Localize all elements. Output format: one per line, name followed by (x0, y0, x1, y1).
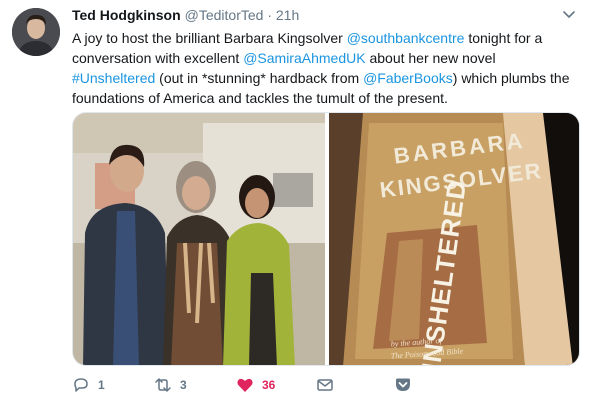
reply-button[interactable]: 1 (72, 372, 105, 398)
tweet-text-segment: (out in *stunning* hardback from (155, 70, 364, 86)
chevron-down-icon[interactable] (561, 6, 577, 22)
bookmark-button[interactable] (394, 372, 412, 398)
mention-link[interactable]: @FaberBooks (363, 70, 453, 86)
tweet-card[interactable]: Ted Hodgkinson @TeditorTed · 21h A joy to… (0, 0, 590, 406)
tweet-header: Ted Hodgkinson @TeditorTed · 21h (72, 6, 299, 24)
reply-icon (74, 378, 88, 392)
reply-count: 1 (98, 378, 105, 392)
tweet-text-segment: about her new novel (365, 50, 496, 66)
tweet-media[interactable]: BARBARA KINGSOLVER UNSHELTERED by the au… (72, 112, 580, 366)
author-handle[interactable]: @TeditorTed (185, 7, 264, 23)
author-name[interactable]: Ted Hodgkinson (72, 7, 181, 23)
tweet-text-segment: A joy to host the brilliant Barbara King… (72, 30, 347, 46)
tweet-text: A joy to host the brilliant Barbara King… (72, 28, 582, 108)
author-avatar[interactable] (12, 8, 60, 56)
mention-link[interactable]: @southbankcentre (347, 30, 465, 46)
like-count: 36 (262, 378, 276, 392)
envelope-icon (317, 379, 333, 391)
tweet-actions: 1 3 36 (72, 372, 582, 402)
book-photo[interactable]: BARBARA KINGSOLVER UNSHELTERED by the au… (329, 113, 580, 366)
event-photo[interactable] (73, 113, 325, 366)
hashtag-link[interactable]: #Unsheltered (72, 70, 155, 86)
direct-message-button[interactable] (316, 372, 334, 398)
avatar-photo (12, 8, 60, 56)
tweet-timestamp[interactable]: 21h (276, 7, 299, 23)
pocket-icon (396, 378, 410, 391)
mention-link[interactable]: @SamiraAhmedUK (243, 50, 365, 66)
heart-icon (237, 378, 253, 392)
header-separator: · (267, 7, 272, 23)
like-button[interactable]: 36 (236, 372, 275, 398)
retweet-button[interactable]: 3 (154, 372, 187, 398)
retweet-count: 3 (180, 378, 187, 392)
retweet-icon (155, 378, 171, 392)
